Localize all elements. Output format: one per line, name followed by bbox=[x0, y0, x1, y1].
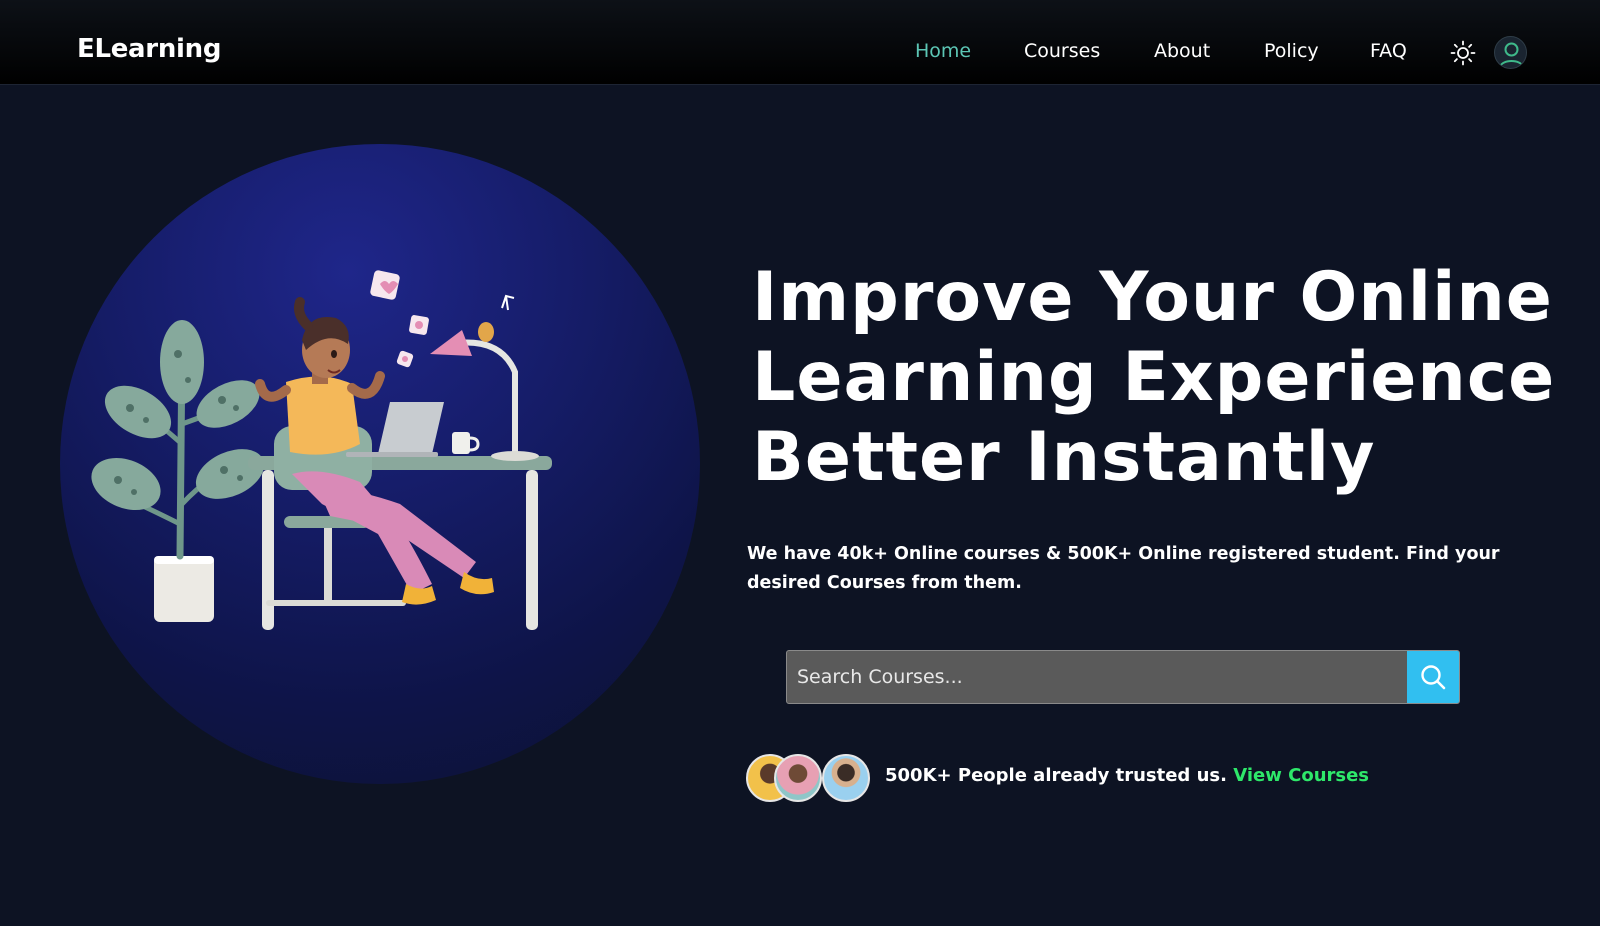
brand-logo[interactable]: ELearning bbox=[77, 34, 221, 64]
hero-title-line-3: Better Instantly bbox=[752, 418, 1376, 497]
search-bar bbox=[786, 650, 1460, 704]
user-icon bbox=[1499, 42, 1524, 68]
hero-title-line-1: Improve Your Online bbox=[752, 258, 1553, 337]
trust-text: 500K+ People already trusted us. bbox=[885, 765, 1227, 786]
view-courses-link[interactable]: View Courses bbox=[1233, 765, 1369, 786]
woman-at-desk-illustration bbox=[91, 270, 552, 630]
hero-subtitle: We have 40k+ Online courses & 500K+ Onli… bbox=[747, 544, 1500, 593]
avatar bbox=[774, 754, 822, 802]
nav-link-about[interactable]: About bbox=[1154, 40, 1210, 62]
top-navbar: ELearning Home Courses About Policy FAQ bbox=[0, 0, 1600, 85]
nav-link-courses[interactable]: Courses bbox=[1024, 40, 1100, 62]
trust-statement: 500K+ People already trusted us. View Co… bbox=[885, 765, 1369, 786]
search-icon bbox=[1421, 665, 1446, 690]
plant-icon bbox=[91, 320, 265, 622]
hero-title: Improve Your Online Learning Experience … bbox=[752, 258, 1556, 498]
search-button[interactable] bbox=[1407, 651, 1459, 703]
search-input[interactable] bbox=[787, 651, 1407, 703]
nav-link-policy[interactable]: Policy bbox=[1264, 40, 1319, 62]
sun-icon[interactable] bbox=[1450, 40, 1476, 66]
trusted-users-avatars bbox=[746, 754, 876, 804]
nav-link-faq[interactable]: FAQ bbox=[1370, 40, 1407, 62]
mug-icon bbox=[452, 432, 480, 454]
avatar bbox=[822, 754, 870, 802]
hero-title-line-2: Learning Experience bbox=[752, 338, 1556, 417]
profile-button[interactable] bbox=[1494, 36, 1527, 69]
lamp-icon bbox=[430, 322, 539, 461]
nav-link-home[interactable]: Home bbox=[915, 40, 971, 62]
